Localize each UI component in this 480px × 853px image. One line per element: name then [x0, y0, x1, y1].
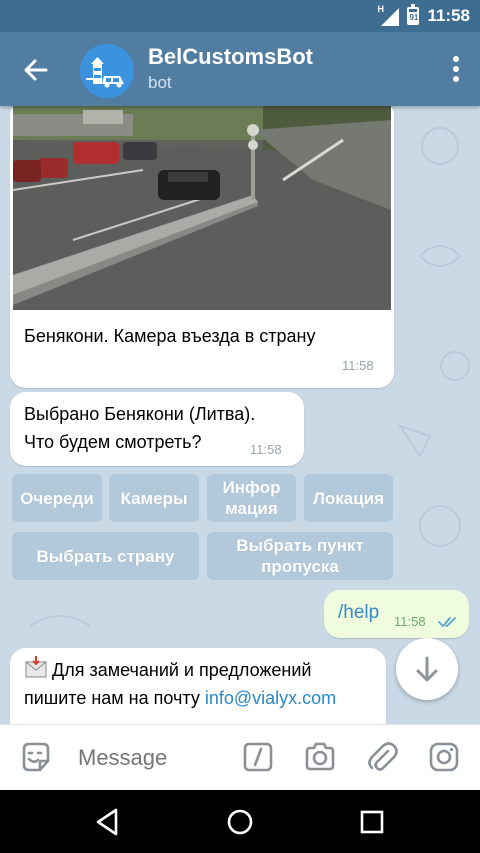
battery-icon: 91 — [407, 4, 420, 25]
message-composer — [0, 724, 480, 790]
chat-area[interactable]: Бенякони. Камера въезда в страну 11:58 В… — [0, 106, 480, 724]
photo-timestamp: 11:58 — [342, 358, 374, 373]
selection-message[interactable]: Выбрано Бенякони (Литва). Что будем смот… — [10, 392, 304, 466]
network-type-label: H — [377, 4, 384, 14]
choose-checkpoint-label-1: Выбрать пункт — [236, 536, 364, 555]
info-button[interactable]: Инфор мация — [207, 474, 296, 522]
nav-back-icon[interactable] — [92, 806, 124, 838]
camera-image — [13, 106, 391, 310]
battery-level: 91 — [409, 11, 419, 23]
customs-logo-icon — [80, 44, 134, 98]
bot-avatar[interactable] — [80, 44, 134, 98]
camera-photo[interactable] — [13, 106, 391, 310]
chat-title[interactable]: BelCustomsBot — [148, 44, 313, 70]
back-button[interactable] — [18, 52, 54, 88]
more-vertical-icon[interactable] — [452, 56, 460, 84]
info-button-label-1: Инфор — [222, 478, 281, 497]
queues-button[interactable]: Очереди — [12, 474, 102, 522]
selection-line-1: Выбрано Бенякони (Литва). — [24, 404, 256, 424]
sticker-icon[interactable] — [18, 739, 54, 775]
help-message[interactable]: Для замечаний и предложений пишите нам н… — [10, 648, 386, 724]
choose-checkpoint-button[interactable]: Выбрать пункт пропуска — [207, 532, 393, 580]
slash-command-icon[interactable] — [240, 739, 276, 775]
outgoing-message[interactable]: /help 11:58 — [324, 590, 469, 638]
nav-home-icon[interactable] — [224, 806, 256, 838]
paperclip-icon[interactable] — [364, 739, 400, 775]
status-time: 11:58 — [427, 6, 470, 25]
help-line-2-text: пишите нам на почту — [24, 688, 200, 708]
arrow-left-icon — [24, 59, 48, 81]
camera-icon[interactable] — [302, 739, 338, 775]
help-line-2: пишите нам на почту info@vialyx.com — [24, 684, 336, 712]
location-button[interactable]: Локация — [304, 474, 393, 522]
chat-header: BelCustomsBot bot — [0, 32, 480, 106]
instagram-icon[interactable] — [426, 739, 462, 775]
help-line-1: Для замечаний и предложений — [52, 660, 312, 680]
status-bar: H 91 11:58 — [0, 0, 480, 32]
choose-country-button[interactable]: Выбрать страну — [12, 532, 199, 580]
signal-icon: H — [377, 4, 400, 26]
choose-checkpoint-label-2: пропуска — [261, 557, 339, 576]
outgoing-text: /help — [338, 602, 380, 623]
envelope-icon — [25, 656, 47, 678]
chat-subtitle: bot — [148, 73, 172, 92]
arrow-down-icon — [416, 656, 438, 682]
nav-recents-icon[interactable] — [356, 806, 388, 838]
scroll-down-button[interactable] — [396, 638, 458, 700]
photo-message[interactable]: Бенякони. Камера въезда в страну 11:58 — [10, 106, 394, 388]
info-button-label-2: мация — [225, 499, 278, 518]
selection-timestamp: 11:58 — [250, 442, 282, 457]
cameras-button[interactable]: Камеры — [109, 474, 199, 522]
message-input[interactable] — [78, 737, 228, 779]
outgoing-timestamp: 11:58 — [394, 614, 426, 629]
email-link[interactable]: info@vialyx.com — [205, 688, 336, 708]
read-check-icon — [438, 617, 456, 627]
photo-caption: Бенякони. Камера въезда в страну — [24, 326, 316, 346]
selection-line-2: Что будем смотреть? — [24, 432, 202, 452]
status-icons: H 91 11:58 — [377, 4, 470, 26]
system-nav-bar — [0, 790, 480, 853]
